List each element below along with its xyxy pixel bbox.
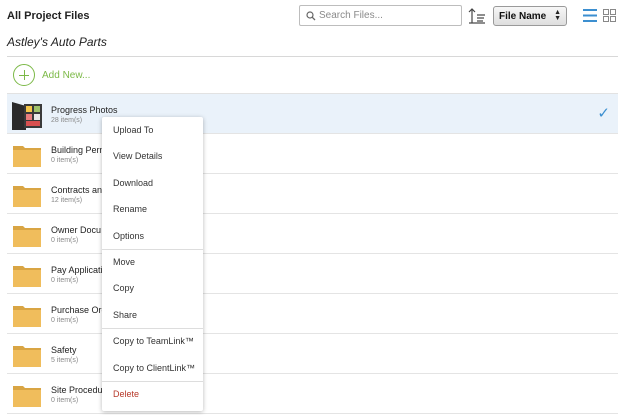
folder-icon: [13, 146, 41, 167]
sort-select-value: File Name: [499, 11, 547, 22]
menu-item-download[interactable]: Download: [102, 170, 203, 196]
add-new-button[interactable]: Add New...: [13, 64, 90, 86]
list-view-icon[interactable]: [583, 9, 597, 22]
project-name: Astley's Auto Parts: [7, 35, 107, 49]
menu-item-copy[interactable]: Copy: [102, 275, 203, 301]
folder-icon: [13, 386, 41, 407]
menu-item-view-details[interactable]: View Details: [102, 143, 203, 169]
item-count: 0 item(s): [51, 397, 79, 404]
file-name: Contracts an: [51, 185, 103, 195]
menu-item-delete[interactable]: Delete: [102, 381, 203, 407]
file-name: Building Perm: [51, 145, 108, 155]
search-box[interactable]: [299, 5, 462, 26]
file-row[interactable]: Building Perm 0 item(s): [7, 134, 618, 174]
checkmark-icon: ✓: [597, 105, 610, 122]
item-count: 0 item(s): [51, 317, 79, 324]
photo-gallery-icon: [12, 102, 42, 130]
item-count: 12 item(s): [51, 197, 83, 204]
file-row[interactable]: Owner Docu 0 item(s): [7, 214, 618, 254]
file-name: Safety: [51, 345, 77, 355]
file-row[interactable]: Pay Applicati 0 item(s): [7, 254, 618, 294]
file-row[interactable]: Contracts an 12 item(s): [7, 174, 618, 214]
file-row[interactable]: Purchase Ord 0 item(s): [7, 294, 618, 334]
sort-select[interactable]: File Name ▲ ▼: [493, 6, 567, 26]
top-bar: All Project Files File Name ▲▼: [0, 0, 622, 32]
file-list: Progress Photos 28 item(s) ✓ Building Perm 0…: [7, 94, 618, 414]
context-menu: Upload To View Details Download Rename Optio…: [102, 117, 203, 411]
file-row[interactable]: Safety 5 item(s): [7, 334, 618, 374]
menu-item-copy-to-teamlink[interactable]: Copy to TeamLink™: [102, 328, 203, 354]
search-input[interactable]: [319, 7, 457, 24]
item-count: 28 item(s): [51, 117, 83, 124]
file-row[interactable]: Site Procedu 0 item(s): [7, 374, 618, 414]
item-count: 0 item(s): [51, 237, 79, 244]
select-arrows-icon: ▲ ▼: [554, 9, 561, 22]
page-title: All Project Files: [7, 10, 90, 22]
folder-icon: [13, 226, 41, 247]
folder-icon: [13, 306, 41, 327]
folder-icon: [13, 186, 41, 207]
item-count: 5 item(s): [51, 357, 79, 364]
search-icon: [306, 11, 316, 21]
file-row[interactable]: Progress Photos 28 item(s) ✓: [7, 94, 618, 134]
menu-item-share[interactable]: Share: [102, 302, 203, 328]
plus-circle-icon: [13, 64, 35, 86]
menu-item-copy-to-clientlink[interactable]: Copy to ClientLink™: [102, 355, 203, 381]
add-new-label: Add New...: [42, 69, 91, 81]
item-count: 0 item(s): [51, 157, 79, 164]
menu-item-options[interactable]: Options: [102, 223, 203, 249]
menu-item-upload-to[interactable]: Upload To: [102, 117, 203, 143]
menu-item-rename[interactable]: Rename: [102, 196, 203, 222]
grid-view-icon[interactable]: [603, 9, 616, 22]
folder-icon: [13, 266, 41, 287]
file-name: Progress Photos: [51, 105, 118, 115]
file-name: Purchase Ord: [51, 305, 107, 315]
item-count: 0 item(s): [51, 277, 79, 284]
file-name: Owner Docu: [51, 225, 102, 235]
menu-item-move[interactable]: Move: [102, 249, 203, 275]
folder-icon: [13, 346, 41, 367]
divider: [7, 56, 618, 57]
sort-order-icon[interactable]: [467, 6, 487, 26]
file-name: Pay Applicati: [51, 265, 103, 275]
file-name: Site Procedu: [51, 385, 103, 395]
